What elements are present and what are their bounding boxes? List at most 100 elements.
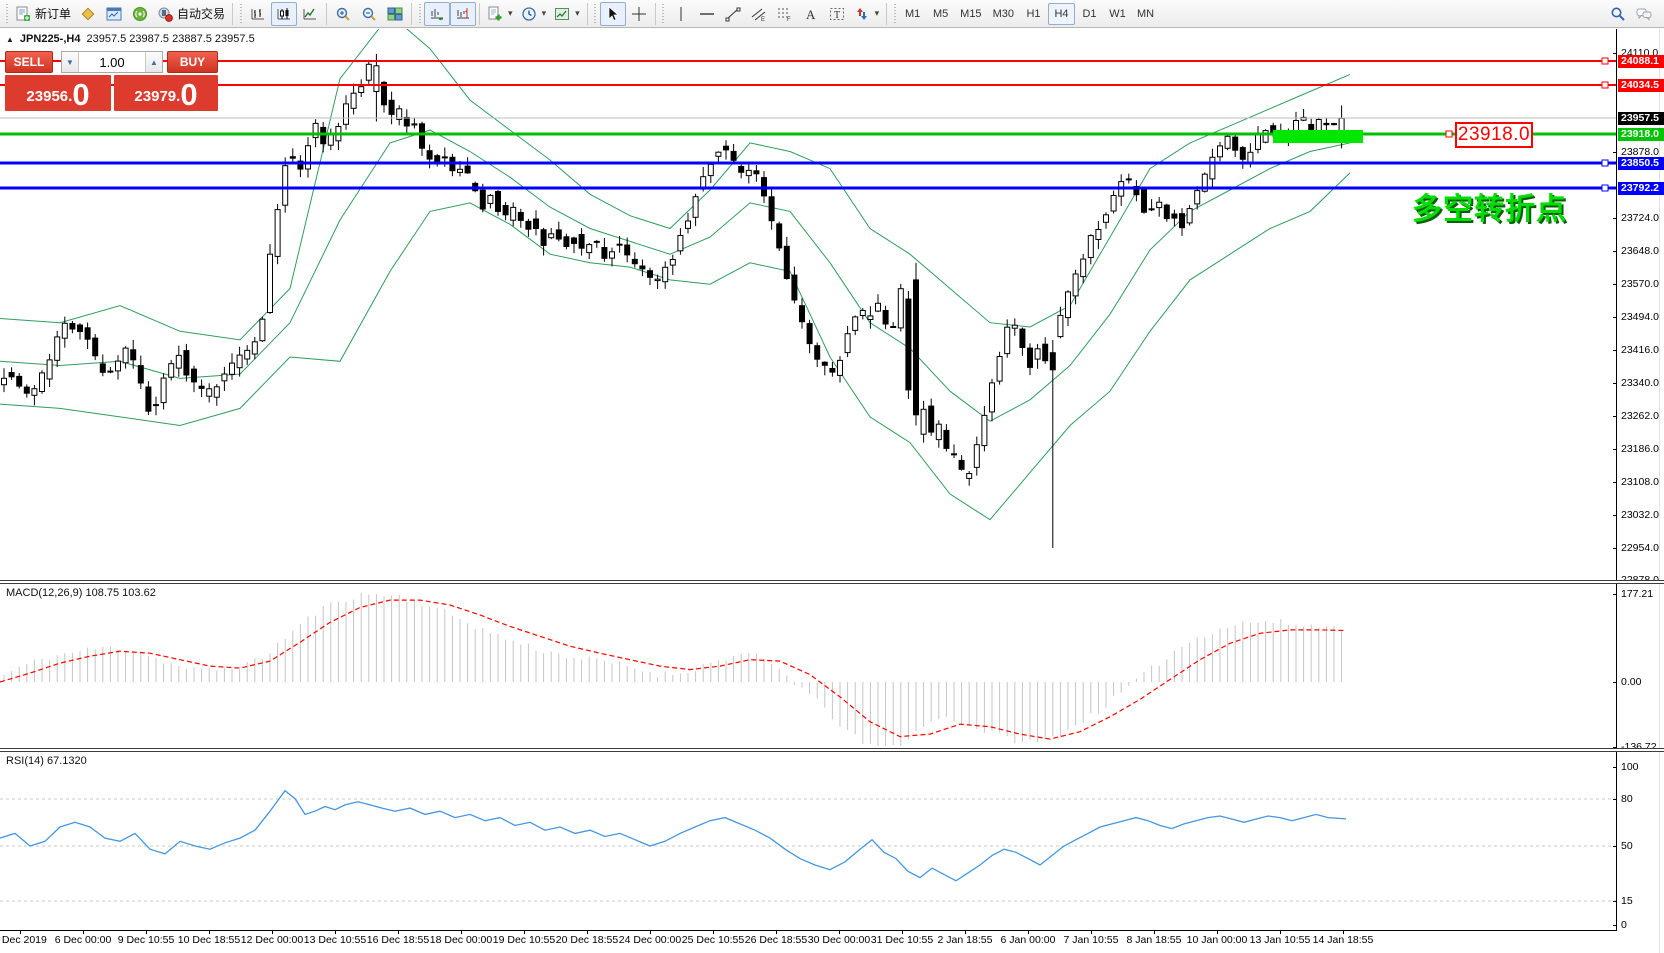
auto-scroll-button[interactable] — [424, 2, 450, 26]
volume-increase-button[interactable]: ▲ — [145, 52, 162, 72]
chart-annotation-text[interactable]: 多空转折点 — [1412, 184, 1567, 228]
equidistant-channel-button[interactable]: E — [746, 2, 772, 26]
toolbar-grip[interactable] — [892, 4, 897, 24]
vertical-line-button[interactable] — [668, 2, 694, 26]
price-tick-mark — [1613, 284, 1617, 285]
text-label-button[interactable]: T — [824, 2, 850, 26]
price-tick-label: 23186.0 — [1621, 443, 1659, 455]
toolbar-grip[interactable] — [417, 4, 422, 24]
price-tick-label: 23570.0 — [1621, 278, 1659, 290]
highlight-rect — [1273, 130, 1363, 143]
candlestick-chart-button[interactable] — [271, 2, 297, 26]
ohlc-values: 23957.5 23987.5 23887.5 23957.5 — [86, 33, 254, 45]
templates-button[interactable]: ▾ — [550, 2, 584, 26]
new-order-button[interactable]: 新订单 — [11, 2, 75, 26]
auto-trading-button[interactable]: 自动交易 — [153, 2, 229, 26]
time-tick-label: 4 Dec 2019 — [0, 934, 47, 946]
time-tick-mark — [1343, 930, 1344, 934]
time-tick-mark — [398, 930, 399, 934]
arrows-button[interactable]: ▾ — [850, 2, 884, 26]
fibonacci-button[interactable]: F — [772, 2, 798, 26]
market-button[interactable] — [75, 2, 101, 26]
line-handle — [1602, 160, 1608, 166]
price-badge-24034.5: 24034.5 — [1618, 79, 1664, 92]
time-tick-mark — [335, 930, 336, 934]
time-tick-label: 6 Dec 00:00 — [55, 934, 112, 946]
price-tick-mark — [1613, 548, 1617, 549]
vertical-line-icon — [673, 6, 689, 22]
time-tick-label: 9 Dec 10:55 — [118, 934, 175, 946]
price-tick-label: 23262.0 — [1621, 410, 1659, 422]
price-callout-label[interactable]: 23918.0 — [1455, 122, 1533, 148]
buy-price-main: 23979 — [134, 85, 176, 109]
crosshair-button[interactable] — [626, 2, 652, 26]
toolbar-grip[interactable] — [4, 4, 9, 24]
zoom-out-button[interactable] — [356, 2, 382, 26]
gold-diamond-icon — [80, 6, 96, 22]
timeframe-M15[interactable]: M15 — [955, 3, 986, 25]
collapse-panel-icon[interactable]: ▲ — [6, 35, 14, 44]
pane-separator[interactable] — [0, 580, 1664, 584]
text-icon: A — [803, 6, 819, 22]
sell-button[interactable]: SELL — [5, 51, 53, 73]
bar-chart-icon — [250, 6, 266, 22]
cursor-button[interactable] — [600, 2, 626, 26]
time-tick-mark — [1154, 930, 1155, 934]
signals-button[interactable] — [127, 2, 153, 26]
time-tick-mark — [20, 930, 21, 934]
rsi-tick-mark — [1613, 925, 1617, 926]
price-tick-mark — [1613, 416, 1617, 417]
zoom-in-button[interactable] — [330, 2, 356, 26]
time-tick-mark — [1280, 930, 1281, 934]
timeframe-W1[interactable]: W1 — [1104, 3, 1131, 25]
volume-decrease-button[interactable]: ▼ — [62, 52, 79, 72]
timeframe-MN[interactable]: MN — [1132, 3, 1159, 25]
rsi-pane-canvas[interactable] — [0, 753, 1616, 930]
pane-separator[interactable] — [0, 748, 1664, 752]
horizontal-line-button[interactable] — [694, 2, 720, 26]
trendline-button[interactable] — [720, 2, 746, 26]
toolbar-grip[interactable] — [593, 4, 598, 24]
chart-shift-button[interactable] — [450, 2, 476, 26]
auto-trading-icon — [157, 6, 173, 22]
timeframe-H4[interactable]: H4 — [1048, 3, 1075, 25]
price-badge-23792.2: 23792.2 — [1618, 182, 1664, 195]
time-tick-mark — [146, 930, 147, 934]
one-click-trade-panel: SELL ▼ 1.00 ▲ BUY 23956.0 23979.0 — [5, 51, 218, 111]
volume-stepper: ▼ 1.00 ▲ — [61, 51, 163, 73]
line-chart-button[interactable] — [297, 2, 323, 26]
price-badge-23918.0: 23918.0 — [1618, 128, 1664, 141]
volume-value[interactable]: 1.00 — [79, 52, 145, 72]
text-label-icon: T — [829, 6, 845, 22]
tile-windows-button[interactable] — [382, 2, 408, 26]
timeframe-D1[interactable]: D1 — [1076, 3, 1103, 25]
buy-price-display[interactable]: 23979.0 — [114, 75, 218, 111]
indicators-button[interactable]: ▾ — [483, 2, 517, 26]
main-chart-canvas[interactable] — [0, 29, 1616, 580]
price-tick-label: 23416.0 — [1621, 344, 1659, 356]
rsi-indicator-label: RSI(14) 67.1320 — [6, 755, 87, 767]
sell-price-display[interactable]: 23956.0 — [5, 75, 111, 111]
dropdown-caret-icon: ▾ — [875, 8, 880, 19]
timeframe-M1[interactable]: M1 — [899, 3, 926, 25]
text-button[interactable]: A — [798, 2, 824, 26]
periods-button[interactable]: ▾ — [517, 2, 551, 26]
buy-button[interactable]: BUY — [167, 51, 218, 73]
timeframe-M5[interactable]: M5 — [927, 3, 954, 25]
time-tick-mark — [209, 930, 210, 934]
toolbar-grip[interactable] — [238, 4, 243, 24]
rsi-line — [0, 791, 1346, 881]
timeframe-H1[interactable]: H1 — [1020, 3, 1047, 25]
chart-window-button[interactable] — [101, 2, 127, 26]
timeframe-M30[interactable]: M30 — [988, 3, 1019, 25]
bar-chart-button[interactable] — [245, 2, 271, 26]
price-tick-mark — [1613, 515, 1617, 516]
line-handle — [1602, 185, 1608, 191]
candlestick-chart-icon — [276, 6, 292, 22]
search-icon[interactable] — [1610, 6, 1626, 22]
macd-pane-canvas[interactable] — [0, 585, 1616, 748]
template-icon — [554, 6, 570, 22]
chat-icon[interactable] — [1636, 6, 1652, 22]
toolbar-grip[interactable] — [661, 4, 666, 24]
channel-icon: E — [751, 6, 767, 22]
